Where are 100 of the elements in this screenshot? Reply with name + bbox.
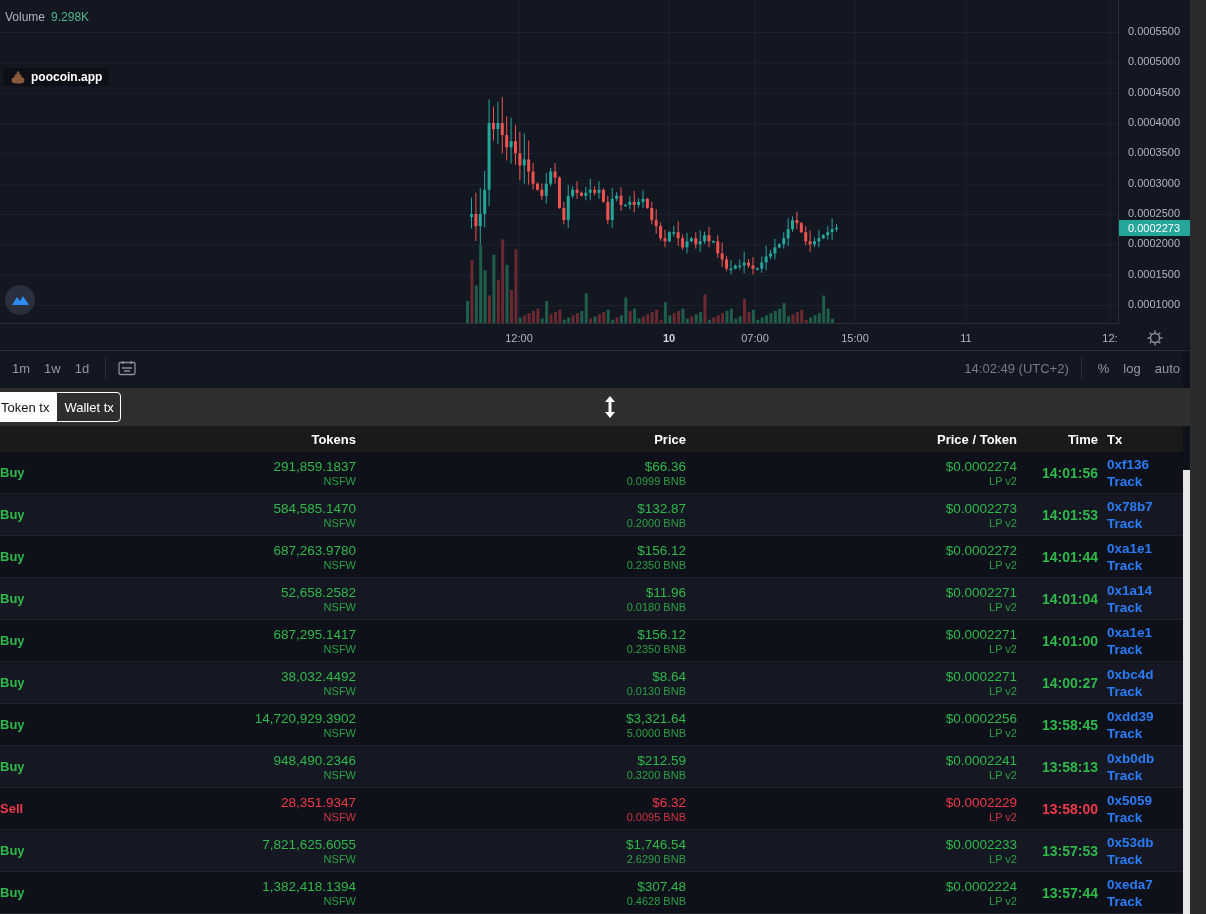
track-link[interactable]: Track bbox=[1107, 598, 1183, 616]
time-tick-label: 12: bbox=[1102, 332, 1118, 344]
time-text: 14:01:44 bbox=[1040, 548, 1099, 565]
tx-hash-link[interactable]: 0x1a14 bbox=[1107, 581, 1183, 599]
tx-hash-link[interactable]: 0xeda7 bbox=[1107, 875, 1183, 893]
time-text: 14:00:27 bbox=[1040, 674, 1099, 691]
settings-icon[interactable] bbox=[1147, 330, 1163, 346]
token-symbol: NSFW bbox=[323, 474, 356, 488]
tx-hash-link[interactable]: 0xf136 bbox=[1107, 455, 1183, 473]
price-bnb: 0.0180 BNB bbox=[626, 600, 686, 614]
interval-button[interactable]: 1m bbox=[8, 358, 35, 378]
price-per-token: $0.0002273 bbox=[945, 499, 1017, 517]
scale-option-button[interactable]: auto bbox=[1150, 358, 1184, 378]
price-bnb: 5.0000 BNB bbox=[626, 726, 686, 740]
column-header: Tokens bbox=[310, 431, 356, 447]
pair-label: LP v2 bbox=[989, 558, 1017, 572]
price-per-token: $0.0002256 bbox=[945, 709, 1017, 727]
time-tick-label: 11 bbox=[960, 332, 972, 344]
legend-value: 9.298K bbox=[51, 10, 90, 24]
pair-label: LP v2 bbox=[989, 516, 1017, 530]
tab[interactable]: Wallet tx bbox=[56, 392, 121, 423]
trade-type-text: Sell bbox=[0, 801, 25, 816]
token-amount: 687,263.9780 bbox=[273, 541, 356, 559]
tab[interactable]: Token tx bbox=[0, 392, 57, 423]
trade-type-text: Buy bbox=[0, 549, 26, 564]
track-link[interactable]: Track bbox=[1107, 682, 1183, 700]
legend-label: Volume bbox=[5, 10, 46, 24]
track-link[interactable]: Track bbox=[1107, 514, 1183, 532]
track-link[interactable]: Track bbox=[1107, 640, 1183, 658]
scale-option-button[interactable]: log bbox=[1119, 358, 1145, 378]
pair-label: LP v2 bbox=[989, 852, 1017, 866]
price-bnb: 0.0130 BNB bbox=[626, 684, 686, 698]
resize-arrow-icon[interactable] bbox=[604, 395, 616, 420]
token-symbol: NSFW bbox=[323, 684, 356, 698]
mountain-logo-icon[interactable] bbox=[5, 285, 35, 315]
scrollbar-thumb[interactable] bbox=[1183, 470, 1190, 914]
token-amount: 28,351.9347 bbox=[280, 793, 356, 811]
price-usd: $307.48 bbox=[637, 877, 686, 895]
track-link[interactable]: Track bbox=[1107, 766, 1183, 784]
price-per-token: $0.0002229 bbox=[945, 793, 1017, 811]
price-per-token: $0.0002271 bbox=[945, 625, 1017, 643]
token-amount: 52,658.2582 bbox=[280, 583, 356, 601]
interval-button[interactable]: 1d bbox=[70, 358, 94, 378]
price-tick-label: 0.0004000 bbox=[1128, 116, 1180, 128]
price-tick-label: 0.0005000 bbox=[1128, 55, 1180, 68]
token-symbol: NSFW bbox=[323, 558, 356, 572]
track-link[interactable]: Track bbox=[1107, 850, 1183, 868]
token-amount: 948,490.2346 bbox=[273, 751, 356, 769]
pair-label: LP v2 bbox=[989, 642, 1017, 656]
tx-hash-link[interactable]: 0x5059 bbox=[1107, 791, 1183, 809]
time-text: 13:58:00 bbox=[1040, 800, 1099, 817]
token-amount: 584,585.1470 bbox=[273, 499, 356, 517]
track-link[interactable]: Track bbox=[1107, 808, 1183, 826]
time-text: 13:57:44 bbox=[1040, 884, 1099, 901]
scale-option-button[interactable]: % bbox=[1093, 358, 1114, 378]
pair-label: LP v2 bbox=[989, 768, 1017, 782]
price-tick-label: 0.0002500 bbox=[1128, 206, 1180, 219]
token-symbol: NSFW bbox=[323, 642, 356, 656]
tx-hash-link[interactable]: 0x78b7 bbox=[1107, 497, 1183, 515]
token-symbol: NSFW bbox=[323, 516, 356, 530]
price-per-token: $0.0002233 bbox=[945, 835, 1017, 853]
price-per-token: $0.0002241 bbox=[945, 751, 1017, 769]
price-per-token: $0.0002271 bbox=[945, 667, 1017, 685]
interval-button[interactable]: 1w bbox=[40, 358, 65, 378]
price-bnb: 2.6290 BNB bbox=[626, 852, 686, 866]
token-amount: 38,032.4492 bbox=[280, 667, 356, 685]
token-symbol: NSFW bbox=[323, 726, 356, 740]
price-per-token: $0.0002274 bbox=[945, 457, 1017, 475]
trade-type-text: Buy bbox=[0, 717, 26, 732]
token-symbol: NSFW bbox=[323, 894, 356, 908]
price-bnb: 0.2350 BNB bbox=[626, 558, 686, 572]
tx-hash-link[interactable]: 0xdd39 bbox=[1107, 707, 1183, 725]
tx-hash-link[interactable]: 0x53db bbox=[1107, 833, 1183, 851]
time-tick-label: 15:00 bbox=[841, 332, 869, 344]
track-link[interactable]: Track bbox=[1107, 892, 1183, 910]
token-amount: 291,859.1837 bbox=[273, 457, 356, 475]
price-tick-label: 0.0001500 bbox=[1128, 267, 1180, 280]
trade-type-text: Buy bbox=[0, 885, 26, 900]
trade-type-text: Buy bbox=[0, 843, 26, 858]
token-symbol: NSFW bbox=[323, 810, 356, 824]
calendar-icon[interactable] bbox=[118, 360, 137, 377]
track-link[interactable]: Track bbox=[1107, 724, 1183, 742]
column-header: Price / Token bbox=[936, 431, 1017, 447]
column-header: Time bbox=[1066, 431, 1099, 447]
track-link[interactable]: Track bbox=[1107, 472, 1183, 490]
price-per-token: $0.0002224 bbox=[945, 877, 1017, 895]
column-header: Price bbox=[653, 431, 686, 447]
tx-hash-link[interactable]: 0xa1e1 bbox=[1107, 623, 1183, 641]
tx-hash-link[interactable]: 0xb0db bbox=[1107, 749, 1183, 767]
price-tick-label: 0.0003500 bbox=[1128, 146, 1180, 159]
price-tick-label: 0.0003000 bbox=[1128, 176, 1180, 189]
price-usd: $8.64 bbox=[652, 667, 686, 685]
time-text: 14:01:53 bbox=[1040, 506, 1099, 523]
tx-hash-link[interactable]: 0xbc4d bbox=[1107, 665, 1183, 683]
token-symbol: NSFW bbox=[323, 852, 356, 866]
price-usd: $132.87 bbox=[637, 499, 686, 517]
token-amount: 7,821,625.6055 bbox=[262, 835, 356, 853]
trade-type-text: Buy bbox=[0, 675, 26, 690]
track-link[interactable]: Track bbox=[1107, 556, 1183, 574]
tx-hash-link[interactable]: 0xa1e1 bbox=[1107, 539, 1183, 557]
